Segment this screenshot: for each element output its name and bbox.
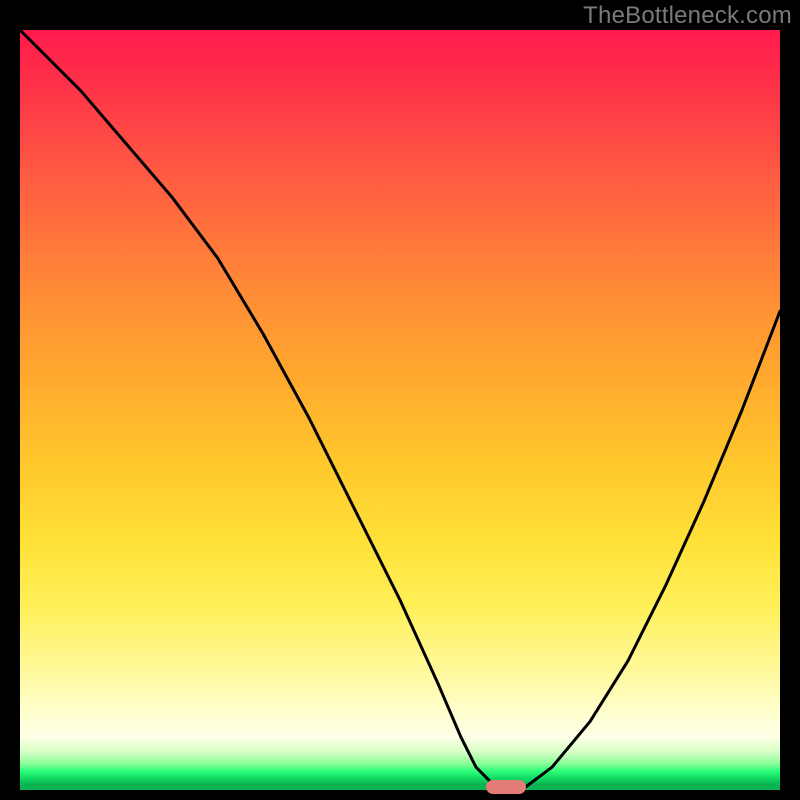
optimal-point-marker (486, 780, 526, 794)
bottleneck-curve (20, 30, 780, 790)
chart-frame: TheBottleneck.com (0, 0, 800, 800)
gradient-plot-area (20, 30, 780, 790)
watermark-text: TheBottleneck.com (583, 2, 792, 30)
